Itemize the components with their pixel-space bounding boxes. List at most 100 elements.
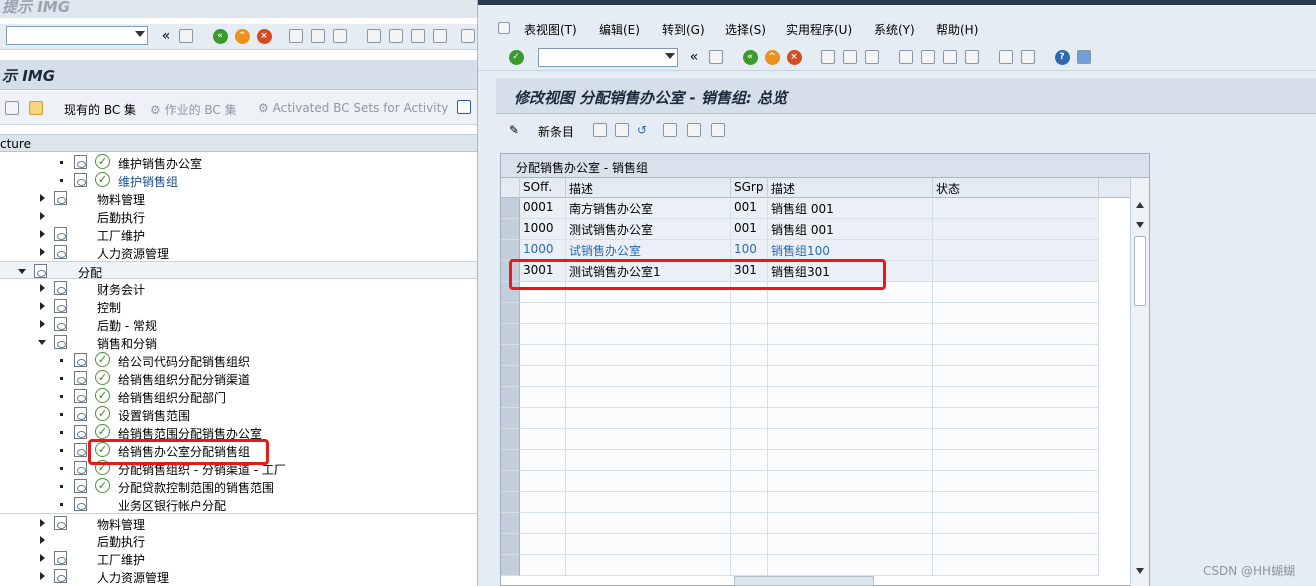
cell-soff-desc[interactable]	[566, 324, 731, 345]
cell-sgrp[interactable]	[731, 471, 768, 492]
cell-soff[interactable]	[520, 429, 566, 450]
cell-status[interactable]	[933, 534, 1099, 555]
documentation-icon[interactable]	[54, 317, 67, 331]
double-left-icon[interactable]: «	[158, 28, 174, 44]
save-icon[interactable]	[178, 28, 194, 44]
current-bc-sets-button[interactable]: 现有的 BC 集	[64, 101, 136, 118]
tree-item[interactable]: 后勤 - 常规	[0, 315, 477, 333]
vertical-scrollbar[interactable]	[1130, 178, 1149, 586]
cell-soff-desc[interactable]	[566, 555, 731, 576]
system-menu-icon[interactable]	[496, 20, 512, 36]
row-selector[interactable]	[501, 303, 520, 324]
tree-item[interactable]: ✓ 分配销售组织 - 分销渠道 - 工厂	[0, 459, 477, 477]
documentation-icon[interactable]	[74, 389, 87, 403]
row-selector[interactable]	[501, 387, 520, 408]
cancel-icon[interactable]: ×	[256, 28, 272, 44]
delete-icon[interactable]	[614, 122, 630, 138]
column-header-soff[interactable]: SOff.	[520, 178, 566, 198]
first-page-icon[interactable]	[366, 28, 382, 44]
cell-soff[interactable]: 1000	[520, 240, 566, 261]
new-entries-button[interactable]: 新条目	[538, 123, 574, 140]
cell-soff[interactable]	[520, 471, 566, 492]
chevron-right-icon[interactable]	[40, 194, 45, 202]
cell-sgrp-desc[interactable]: 销售组301	[768, 261, 933, 282]
tree-item[interactable]: 工厂维护	[0, 549, 477, 567]
cell-status[interactable]	[933, 219, 1099, 240]
cell-sgrp-desc[interactable]: 销售组 001	[768, 219, 933, 240]
cell-sgrp-desc[interactable]	[768, 366, 933, 387]
tree-item[interactable]: 财务会计	[0, 279, 477, 297]
cell-soff[interactable]: 3001	[520, 261, 566, 282]
menu-item[interactable]: 表视图(T)	[524, 21, 577, 38]
row-selector[interactable]	[501, 555, 520, 576]
cell-sgrp[interactable]	[731, 387, 768, 408]
cell-status[interactable]	[933, 492, 1099, 513]
folder-icon[interactable]	[28, 100, 44, 116]
tree-item[interactable]: ✓ 维护销售办公室	[0, 153, 477, 171]
cell-sgrp[interactable]	[731, 408, 768, 429]
documentation-icon[interactable]	[74, 497, 87, 511]
documentation-icon[interactable]	[54, 335, 67, 349]
print-icon[interactable]	[288, 28, 304, 44]
tree-item[interactable]: 业务区银行帐户分配	[0, 495, 477, 513]
back-icon[interactable]: «	[212, 28, 228, 44]
chevron-right-icon[interactable]	[40, 320, 45, 328]
cell-soff[interactable]	[520, 303, 566, 324]
cell-soff[interactable]	[520, 555, 566, 576]
first-page-icon[interactable]	[898, 49, 914, 65]
row-selector[interactable]	[501, 534, 520, 555]
help-icon[interactable]: ?	[1054, 49, 1070, 65]
tree-item[interactable]: 分配	[0, 261, 477, 280]
cell-sgrp-desc[interactable]: 销售组100	[768, 240, 933, 261]
cell-soff[interactable]	[520, 345, 566, 366]
cell-sgrp-desc[interactable]	[768, 471, 933, 492]
shortcut-icon[interactable]	[1020, 49, 1036, 65]
tree-item[interactable]: ✓ 给销售组织分配分销渠道	[0, 369, 477, 387]
cell-sgrp-desc[interactable]	[768, 282, 933, 303]
command-field[interactable]	[538, 48, 678, 67]
structure-icon[interactable]	[4, 100, 20, 116]
cell-soff-desc[interactable]	[566, 534, 731, 555]
chevron-right-icon[interactable]	[40, 536, 45, 544]
menu-item[interactable]: 帮助(H)	[936, 21, 978, 38]
documentation-icon[interactable]	[74, 425, 87, 439]
column-header-sgrp-desc[interactable]: 描述	[768, 178, 933, 198]
back-icon[interactable]: «	[742, 49, 758, 65]
tree-item[interactable]: ✓ 设置销售范围	[0, 405, 477, 423]
menu-item[interactable]: 编辑(E)	[599, 21, 640, 38]
documentation-icon[interactable]	[54, 281, 67, 295]
documentation-icon[interactable]	[54, 191, 67, 205]
horizontal-scrollbar[interactable]	[734, 576, 874, 586]
cell-soff[interactable]: 1000	[520, 219, 566, 240]
cell-sgrp-desc[interactable]	[768, 408, 933, 429]
tree-item[interactable]: 销售和分销	[0, 333, 477, 351]
prev-page-icon[interactable]	[388, 28, 404, 44]
tree-item[interactable]: ✓ 维护销售组	[0, 171, 477, 189]
cell-soff-desc[interactable]	[566, 450, 731, 471]
tree-item[interactable]: ✓ 给销售组织分配部门	[0, 387, 477, 405]
execute-activity-icon[interactable]: ✓	[95, 478, 110, 493]
create-session-icon[interactable]	[460, 28, 476, 44]
cell-sgrp[interactable]	[731, 513, 768, 534]
documentation-icon[interactable]	[74, 479, 87, 493]
cell-status[interactable]	[933, 513, 1099, 534]
select-all-column-header[interactable]	[501, 178, 520, 198]
cell-status[interactable]	[933, 261, 1099, 282]
last-page-icon[interactable]	[964, 49, 980, 65]
cell-soff[interactable]	[520, 387, 566, 408]
cell-status[interactable]	[933, 555, 1099, 576]
row-selector[interactable]	[501, 408, 520, 429]
row-selector[interactable]	[501, 345, 520, 366]
cell-sgrp-desc[interactable]	[768, 513, 933, 534]
row-selector[interactable]	[501, 240, 520, 261]
cell-sgrp[interactable]	[731, 324, 768, 345]
row-selector[interactable]	[501, 450, 520, 471]
documentation-icon[interactable]	[74, 155, 87, 169]
cell-soff[interactable]	[520, 450, 566, 471]
cell-soff[interactable]: 0001	[520, 198, 566, 219]
execute-activity-icon[interactable]: ✓	[95, 460, 110, 475]
print-icon[interactable]	[820, 49, 836, 65]
cell-sgrp[interactable]	[731, 345, 768, 366]
menu-item[interactable]: 系统(Y)	[874, 21, 915, 38]
deselect-all-icon[interactable]	[710, 122, 726, 138]
